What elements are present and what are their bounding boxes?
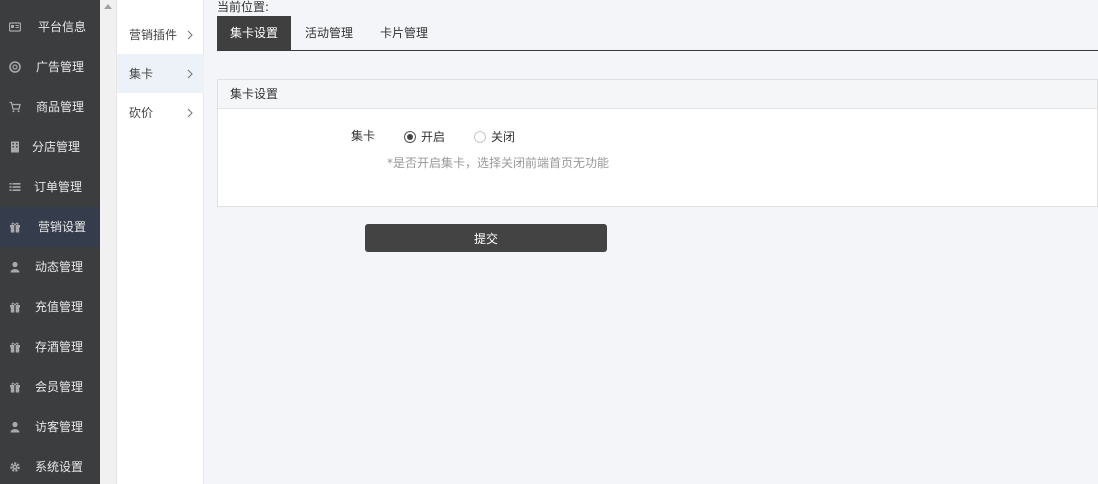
sidebar-item-recharge[interactable]: 充值管理 — [0, 287, 100, 327]
submenu: 营销插件 集卡 砍价 — [117, 0, 204, 484]
gift-icon — [9, 221, 21, 233]
submenu-item-card-collect[interactable]: 集卡 — [117, 54, 204, 93]
sidebar-item-settings[interactable]: 系统设置 — [0, 447, 100, 484]
user-icon — [9, 261, 21, 273]
submenu-item-label: 集卡 — [129, 67, 154, 81]
main-content: 当前位置: 集卡设置 活动管理 卡片管理 集卡设置 集卡 开启 关闭 *是否开启… — [204, 0, 1098, 484]
sidebar-item-visitors[interactable]: 访客管理 — [0, 407, 100, 447]
card-collect-field-label: 集卡 — [351, 129, 376, 143]
chevron-right-icon — [187, 69, 195, 79]
radio-enable[interactable] — [404, 131, 416, 143]
settings-panel: 集卡设置 集卡 开启 关闭 *是否开启集卡，选择关闭前端首页无功能 — [217, 79, 1098, 207]
gear-icon — [9, 461, 21, 473]
radio-enable-label[interactable]: 开启 — [421, 129, 445, 145]
list-icon — [9, 181, 21, 193]
scroll-up-arrow-icon[interactable] — [104, 4, 112, 9]
lifebuoy-icon — [9, 61, 21, 73]
sidebar-item-label: 充值管理 — [35, 300, 84, 314]
tab-bar: 集卡设置 活动管理 卡片管理 — [217, 16, 1098, 51]
radio-disable[interactable] — [474, 131, 486, 143]
breadcrumb: 当前位置: — [217, 0, 270, 14]
sidebar-item-label: 分店管理 — [32, 140, 81, 154]
submenu-item-label: 营销插件 — [129, 28, 178, 42]
id-card-icon — [9, 21, 21, 33]
sidebar-item-marketing[interactable]: 营销设置 — [0, 207, 100, 247]
sidebar-item-wine-storage[interactable]: 存酒管理 — [0, 327, 100, 367]
sidebar-item-products[interactable]: 商品管理 — [0, 87, 100, 127]
tab-card-management[interactable]: 卡片管理 — [367, 16, 441, 50]
sidebar-item-label: 商品管理 — [36, 100, 85, 114]
sidebar-item-label: 会员管理 — [35, 380, 84, 394]
sidebar-item-label: 订单管理 — [34, 180, 83, 194]
sidebar-item-branches[interactable]: 分店管理 — [0, 127, 100, 167]
main-sidebar: 平台信息 广告管理 商品管理 分店管理 订单管理 营销设置 动态管理 充值管理 … — [0, 0, 100, 484]
radio-disable-label[interactable]: 关闭 — [491, 129, 515, 145]
sidebar-item-members[interactable]: 会员管理 — [0, 367, 100, 407]
sidebar-item-orders[interactable]: 订单管理 — [0, 167, 100, 207]
sidebar-item-feeds[interactable]: 动态管理 — [0, 247, 100, 287]
panel-header: 集卡设置 — [218, 80, 1097, 109]
submenu-item-bargain[interactable]: 砍价 — [117, 93, 204, 132]
tab-card-settings[interactable]: 集卡设置 — [217, 16, 291, 50]
field-hint: *是否开启集卡，选择关闭前端首页无功能 — [387, 156, 610, 170]
tab-activity-management[interactable]: 活动管理 — [291, 16, 367, 50]
submit-button[interactable]: 提交 — [365, 224, 607, 252]
sidebar-item-platform-info[interactable]: 平台信息 — [0, 7, 100, 47]
sidebar-item-label: 动态管理 — [35, 260, 84, 274]
gift-icon — [9, 341, 21, 353]
panel-title: 集卡设置 — [230, 87, 279, 101]
sidebar-item-ads[interactable]: 广告管理 — [0, 47, 100, 87]
sidebar-item-label: 存酒管理 — [35, 340, 84, 354]
chevron-right-icon — [187, 108, 195, 118]
gift-icon — [9, 301, 21, 313]
building-icon — [9, 141, 21, 153]
sidebar-scrollbar[interactable] — [100, 0, 117, 484]
sidebar-item-label: 营销设置 — [38, 220, 87, 234]
submenu-item-label: 砍价 — [129, 106, 154, 120]
cart-icon — [9, 101, 21, 113]
chevron-right-icon — [187, 30, 195, 40]
sidebar-item-label: 系统设置 — [35, 460, 84, 474]
sidebar-item-label: 广告管理 — [36, 60, 85, 74]
sidebar-item-label: 访客管理 — [35, 420, 84, 434]
user-icon — [9, 421, 21, 433]
sidebar-item-label: 平台信息 — [38, 20, 87, 34]
gift-icon — [9, 381, 21, 393]
submenu-item-marketing-plugins[interactable]: 营销插件 — [117, 15, 204, 54]
